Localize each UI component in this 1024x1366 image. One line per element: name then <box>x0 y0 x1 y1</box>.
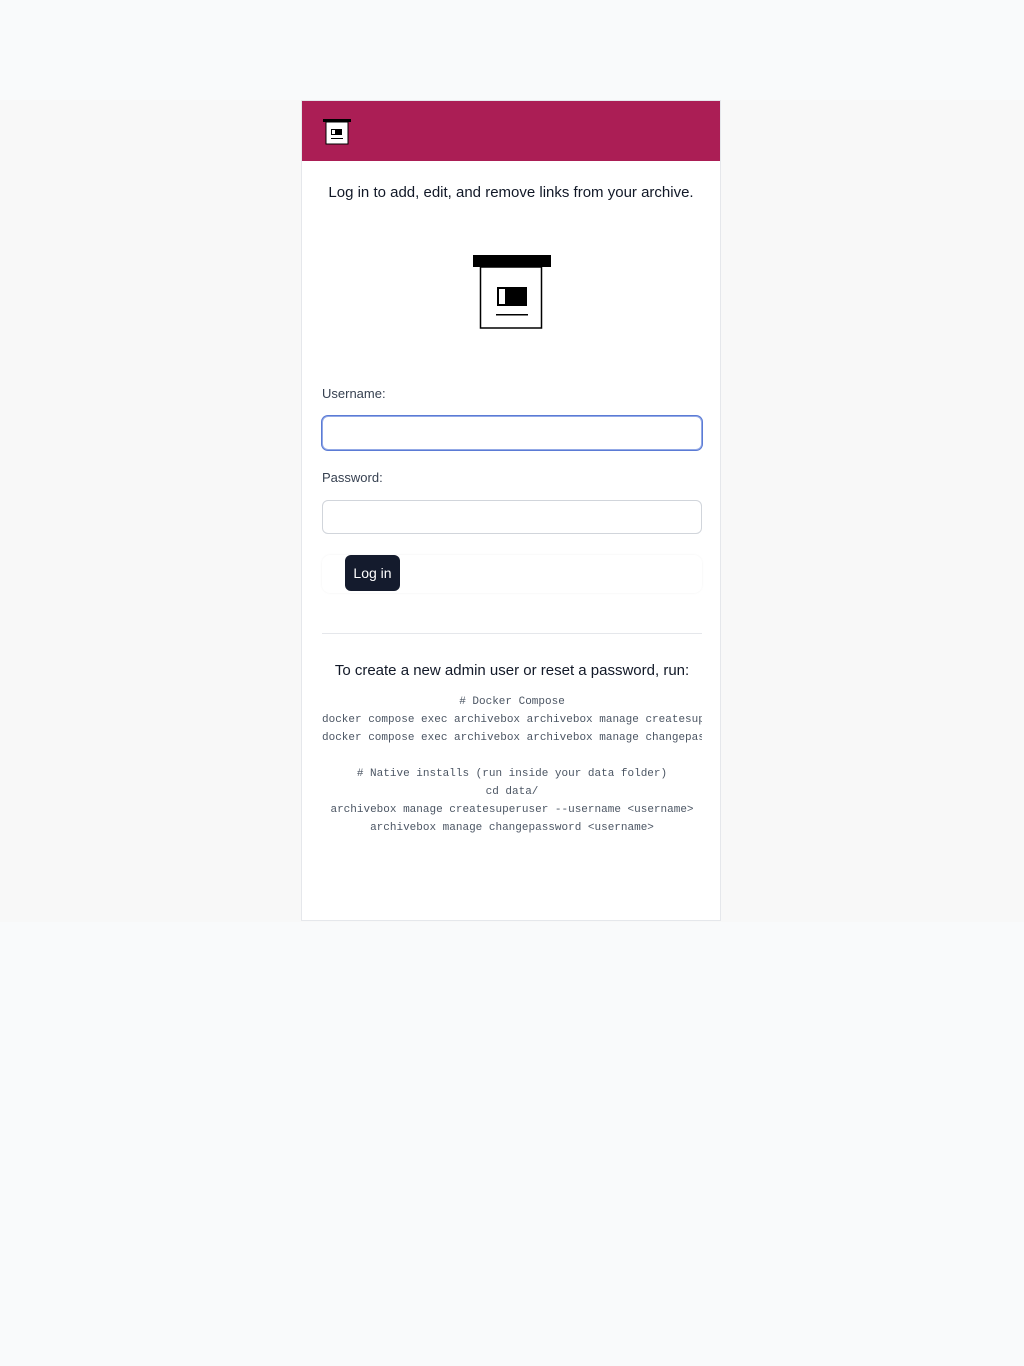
password-input[interactable] <box>322 500 702 534</box>
command-help-block: # Docker Compose docker compose exec arc… <box>322 693 702 837</box>
code-line: archivebox manage createsuperuser --user… <box>330 804 694 816</box>
code-line: cd data/ <box>485 786 539 798</box>
reset-help-title: To create a new admin user or reset a pa… <box>334 662 690 679</box>
code-line: archivebox manage changepassword <userna… <box>370 822 654 834</box>
login-intro-text: Log in to add, edit, and remove links fr… <box>328 184 694 201</box>
username-input[interactable] <box>322 416 702 450</box>
archivebox-logo-icon[interactable] <box>323 119 351 145</box>
password-label: Password: <box>322 470 383 485</box>
divider <box>322 633 702 634</box>
archivebox-logo-icon <box>473 255 551 329</box>
login-card: Log in to add, edit, and remove links fr… <box>301 100 721 921</box>
submit-row: Log in <box>322 555 702 593</box>
code-line: docker compose exec archivebox archivebo… <box>322 714 702 726</box>
card-header <box>302 101 720 161</box>
code-line: # Docker Compose <box>459 696 565 708</box>
code-line: # Native installs (run inside your data … <box>356 768 668 780</box>
username-label: Username: <box>322 386 386 401</box>
login-form: Username: Password: Log in <box>322 386 702 593</box>
code-line: docker compose exec archivebox archivebo… <box>322 732 702 744</box>
login-button[interactable]: Log in <box>345 555 400 591</box>
